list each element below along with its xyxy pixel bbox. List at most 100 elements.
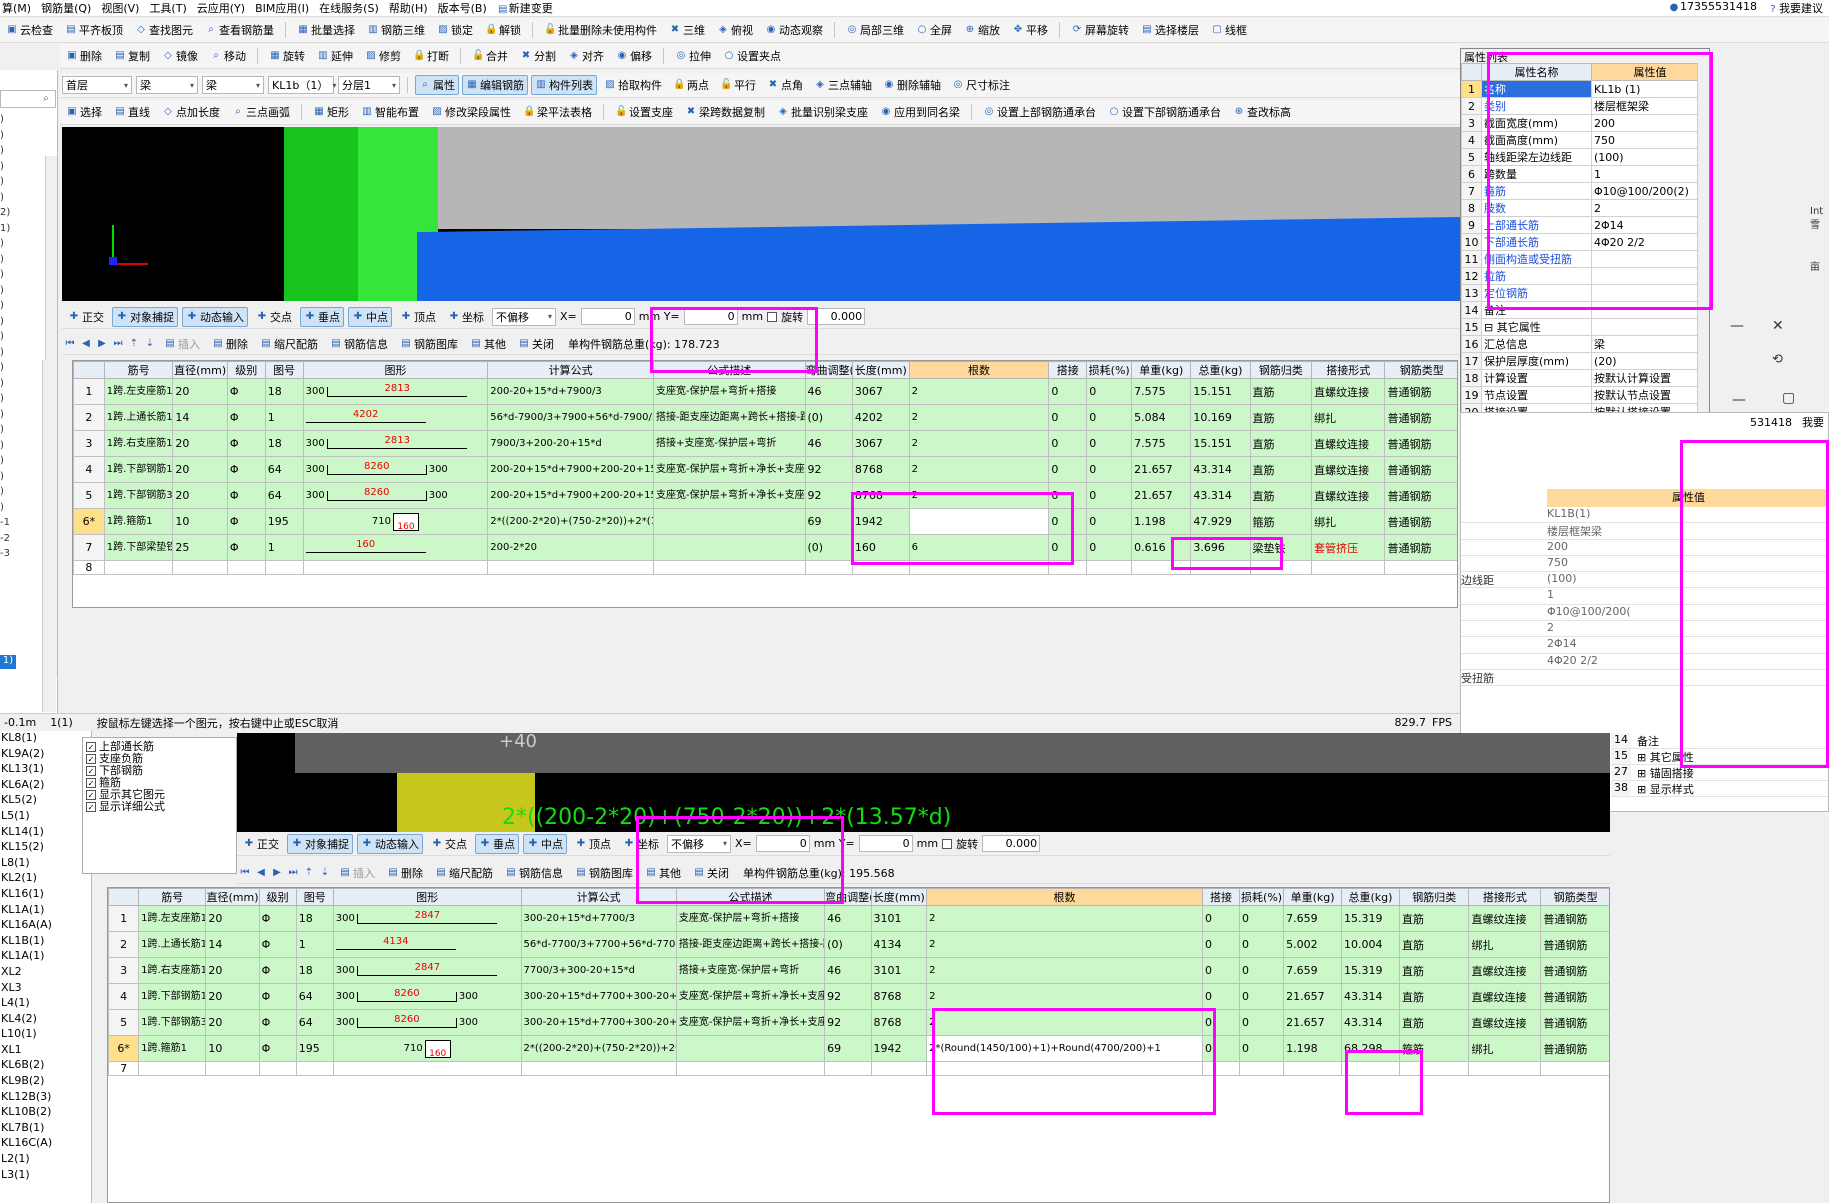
draw-toolbar-button[interactable]: ✖ 梁跨数据复制 bbox=[681, 102, 769, 122]
cell-lv[interactable]: Φ bbox=[226, 456, 266, 483]
rebar-shape-cell[interactable] bbox=[302, 560, 489, 575]
cell-desc[interactable]: 搭接-距支座边距离+跨长+搭接-距支座边距离 bbox=[675, 931, 826, 958]
cell-name[interactable]: 1跨.左支座筋1 bbox=[138, 905, 207, 932]
user-phone[interactable]: 531418 bbox=[1750, 416, 1792, 429]
cell-adj[interactable]: 92 bbox=[824, 983, 872, 1010]
nav-arrow-icon[interactable]: ⇣ bbox=[319, 867, 331, 879]
cell-cnt[interactable]: 2 bbox=[926, 983, 1203, 1010]
column-header[interactable]: 搭接 bbox=[1048, 361, 1088, 379]
cell-cnt[interactable]: 2 bbox=[926, 1009, 1203, 1036]
edit-toolbar-button[interactable]: ▨ 修剪 bbox=[361, 46, 405, 66]
column-header[interactable]: 根数 bbox=[908, 361, 1050, 379]
property-row[interactable]: 4 截面高度(mm) 750 bbox=[1461, 131, 1709, 149]
cell-desc[interactable]: 支座宽-保护层+弯折+搭接 bbox=[675, 905, 826, 932]
row-number[interactable]: 6* bbox=[108, 1035, 140, 1062]
nav-arrow-icon[interactable]: ⏭ bbox=[287, 867, 299, 879]
cell-adj[interactable]: (0) bbox=[804, 404, 853, 431]
row-number[interactable]: 7 bbox=[73, 534, 105, 561]
secondary-property-row[interactable]: 14 备注 bbox=[1611, 733, 1828, 749]
cell-loss[interactable]: 0 bbox=[1239, 1009, 1285, 1036]
list-item[interactable]: L8(1) bbox=[0, 855, 91, 871]
cell-cls[interactable]: 直筋 bbox=[1249, 378, 1313, 405]
table-row[interactable]: 6* 1跨.箍筋1 10 Φ 195 710 160 2*((200-2*20)+(750-2… bbox=[108, 1035, 1609, 1062]
cell-f[interactable]: 7700/3+300-20+15*d bbox=[520, 957, 677, 984]
cell-fig[interactable]: 1 bbox=[264, 534, 304, 561]
property-value[interactable]: 2Φ14 bbox=[1591, 216, 1709, 234]
cell-lv[interactable]: Φ bbox=[258, 905, 297, 932]
cell-f[interactable]: 200-2*20 bbox=[487, 534, 654, 561]
rebar-shape-cell[interactable]: 300 2847 bbox=[332, 905, 522, 932]
cell-adj[interactable]: 69 bbox=[824, 1035, 872, 1062]
main-toolbar-button[interactable]: 🔒 解锁 bbox=[481, 20, 525, 40]
cell-fig[interactable] bbox=[264, 560, 304, 575]
draw-toolbar-button[interactable]: 🔓 设置支座 bbox=[611, 102, 677, 122]
column-header[interactable]: 单重(kg) bbox=[1283, 888, 1343, 906]
column-header[interactable]: 计算公式 bbox=[520, 888, 677, 906]
edit-toolbar-button[interactable]: ▦ 旋转 bbox=[265, 46, 309, 66]
row-number[interactable]: 4 bbox=[108, 983, 140, 1010]
rebar-shape-cell[interactable]: 300 8260 300 bbox=[332, 983, 522, 1010]
x-input[interactable]: 0 bbox=[580, 308, 635, 325]
checkbox-checked-icon[interactable]: ✓ bbox=[86, 778, 96, 788]
cell-f[interactable] bbox=[487, 560, 654, 575]
list-item[interactable]: L2(1) bbox=[0, 1151, 91, 1167]
cell-fig[interactable]: 64 bbox=[264, 456, 304, 483]
property-value[interactable] bbox=[1591, 318, 1709, 336]
cell-f[interactable]: 7900/3+200-20+15*d bbox=[487, 430, 654, 457]
main-toolbar-button[interactable]: ◎ 局部三维 bbox=[842, 20, 908, 40]
cell-f[interactable]: 2*((200-2*20)+(750-2*20))+2*(13.57*d) bbox=[487, 508, 654, 535]
secondary-property-row[interactable]: Φ10@100/200( bbox=[1461, 605, 1828, 622]
cell-d[interactable] bbox=[205, 1061, 260, 1076]
menu-item[interactable]: 在线服务(S) bbox=[319, 0, 379, 16]
cell-f[interactable]: 200-20+15*d+7900+200-20+15*d bbox=[487, 482, 654, 509]
cell-fig[interactable] bbox=[295, 1061, 334, 1076]
snap-button[interactable]: ✚ 中点 bbox=[348, 306, 392, 327]
main-toolbar-button[interactable]: ◉ 动态观察 bbox=[761, 20, 827, 40]
cell-tw[interactable]: 43.314 bbox=[1341, 983, 1400, 1010]
property-row[interactable]: 16 汇总信息梁 bbox=[1461, 335, 1709, 353]
cell-lap[interactable]: 0 bbox=[1048, 456, 1088, 483]
tree-selected-item[interactable]: 1) bbox=[0, 655, 16, 669]
cell-d[interactable]: 20 bbox=[172, 378, 228, 405]
floor-toolbar-button[interactable]: ▦ 编辑钢筋 bbox=[462, 75, 528, 95]
column-header[interactable]: 图形 bbox=[332, 888, 522, 906]
cell-lt[interactable]: 绑扎 bbox=[1311, 404, 1386, 431]
cell-cnt[interactable]: 2 bbox=[908, 404, 1050, 431]
draw-toolbar-button[interactable]: ◇ 点加长度 bbox=[158, 102, 224, 122]
cell-rt[interactable]: 普通钢筋 bbox=[1540, 983, 1609, 1010]
cell-adj[interactable]: 92 bbox=[804, 482, 853, 509]
cell-uw[interactable]: 1.198 bbox=[1131, 508, 1192, 535]
nav-arrow-icon[interactable]: ⇣ bbox=[144, 338, 156, 350]
cell-len[interactable]: 3067 bbox=[851, 430, 910, 457]
property-value[interactable]: 2 bbox=[1591, 199, 1709, 217]
cell-name[interactable] bbox=[138, 1061, 207, 1076]
cell-uw[interactable]: 1.198 bbox=[1283, 1035, 1343, 1062]
rebar-shape-cell[interactable]: 300 8260 300 bbox=[332, 1009, 522, 1036]
property-value[interactable]: (100) bbox=[1591, 148, 1709, 166]
cell-name[interactable]: 1跨.右支座筋1 bbox=[138, 957, 207, 984]
main-toolbar-button[interactable]: ◈ 俯视 bbox=[713, 20, 757, 40]
cell-name[interactable]: 1跨.箍筋1 bbox=[103, 508, 174, 535]
member-subtype-select[interactable]: 梁 ▾ bbox=[202, 76, 264, 94]
cell-lt[interactable]: 套管挤压 bbox=[1311, 534, 1386, 561]
list-item[interactable]: KL15(2) bbox=[0, 839, 91, 855]
property-value[interactable]: 按默认计算设置 bbox=[1591, 369, 1709, 387]
cell-len[interactable] bbox=[851, 560, 910, 575]
cell-cls[interactable]: 直筋 bbox=[1249, 404, 1313, 431]
cell-lv[interactable]: Φ bbox=[226, 404, 266, 431]
rebar-shape-cell[interactable]: 300 2813 bbox=[302, 430, 489, 457]
column-header[interactable]: 级别 bbox=[226, 361, 266, 379]
cell-f[interactable]: 200-20+15*d+7900/3 bbox=[487, 378, 654, 405]
floor-toolbar-button[interactable]: ◉ 删除辅轴 bbox=[879, 75, 945, 95]
cell-len[interactable]: 3101 bbox=[870, 957, 928, 984]
grid-tool-button[interactable]: ▤ 其他 bbox=[641, 863, 685, 883]
cell-tw[interactable]: 10.169 bbox=[1190, 404, 1251, 431]
floor-toolbar-button[interactable]: ▨ 拾取构件 bbox=[600, 75, 666, 95]
cell-rt[interactable]: 普通钢筋 bbox=[1384, 378, 1457, 405]
rotate-checkbox[interactable] bbox=[942, 838, 953, 849]
secondary-property-row[interactable]: 750 bbox=[1461, 556, 1828, 573]
secondary-property-row[interactable]: 边线距 (100) bbox=[1461, 572, 1828, 589]
cell-loss[interactable] bbox=[1239, 1061, 1285, 1076]
cell-cnt[interactable]: 2 bbox=[908, 482, 1050, 509]
property-row[interactable]: 13 定位钢筋 bbox=[1461, 284, 1709, 302]
